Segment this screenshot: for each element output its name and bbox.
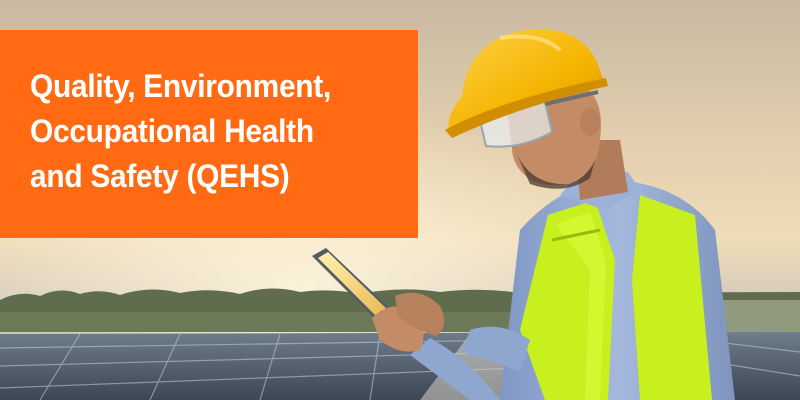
headline-line-1: Quality, Environment, [30,68,332,104]
qehs-banner: Quality, Environment, Occupational Healt… [0,0,800,400]
headline-box: Quality, Environment, Occupational Healt… [0,30,418,238]
worker-ear [580,108,600,136]
headline-line-3: and Safety (QEHS) [30,158,290,194]
headline-line-2: Occupational Health [30,113,314,149]
